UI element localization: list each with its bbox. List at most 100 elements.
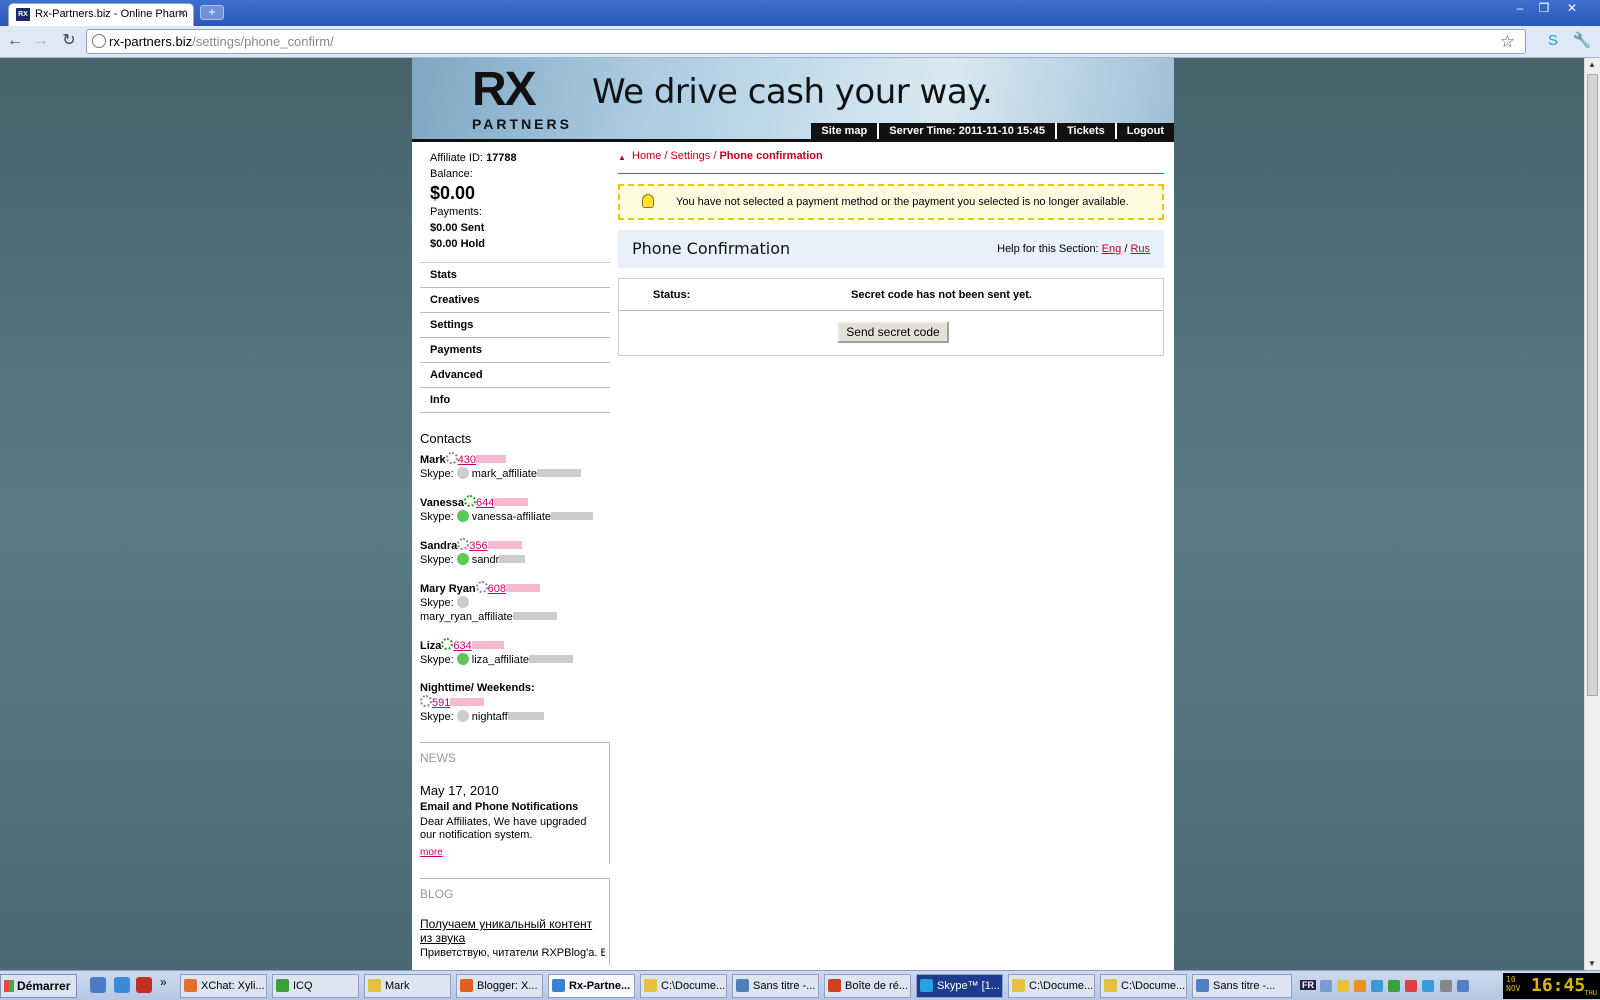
redacted-block — [476, 455, 507, 463]
sitemap-link[interactable]: Site map — [811, 123, 877, 139]
logout-link[interactable]: Logout — [1114, 123, 1174, 139]
mail-icon — [828, 979, 841, 992]
lightbulb-icon — [642, 194, 654, 208]
minimize-icon[interactable]: – — [1508, 0, 1532, 18]
scroll-down-icon[interactable]: ▼ — [1588, 959, 1596, 968]
send-secret-code-button[interactable]: Send secret code — [837, 321, 949, 343]
tray-icq-icon[interactable] — [1388, 980, 1401, 992]
tray-skype-icon[interactable] — [1422, 980, 1435, 992]
task-documents-3[interactable]: C:\Docume... — [1100, 974, 1187, 998]
redacted-block — [471, 641, 504, 649]
news-more-link[interactable]: more — [420, 847, 605, 858]
contact-phone[interactable]: 634 — [453, 640, 471, 652]
tray-network-icon[interactable] — [1320, 980, 1333, 992]
sidebar: Affiliate ID: 17788 Balance: $0.00 Payme… — [420, 150, 610, 965]
contact-phone[interactable]: 591 — [432, 697, 450, 709]
folder-icon — [644, 979, 657, 992]
contact-phone[interactable]: 644 — [476, 497, 494, 509]
menu-item-stats[interactable]: Stats — [420, 263, 610, 288]
task-documents[interactable]: C:\Docume... — [640, 974, 727, 998]
task-sans-titre-2[interactable]: Sans titre -... — [1192, 974, 1292, 998]
news-title: NEWS — [420, 751, 456, 765]
rx-partners-logo[interactable]: RX PARTNERS — [472, 66, 572, 136]
new-tab-button[interactable]: + — [200, 5, 224, 20]
clock-time: 16:45 — [1531, 975, 1586, 996]
task-documents-2[interactable]: C:\Docume... — [1008, 974, 1095, 998]
page-title: Phone Confirmation — [632, 239, 791, 258]
news-box: NEWS May 17, 2010 Email and Phone Notifi… — [420, 742, 610, 864]
back-icon[interactable]: ← — [4, 30, 26, 52]
tray-misc-icon[interactable] — [1439, 980, 1452, 992]
quicklaunch-more-icon[interactable]: » — [160, 975, 167, 989]
breadcrumb-settings[interactable]: Settings — [671, 150, 711, 162]
site-container: RX PARTNERS We drive cash your way. Site… — [412, 58, 1174, 970]
icq-icon — [276, 979, 289, 992]
task-rx-partners[interactable]: Rx-Partne... — [548, 974, 635, 998]
blog-box: BLOG Получаем уникальный контент из звук… — [420, 878, 610, 965]
menu-item-settings[interactable]: Settings — [420, 313, 610, 338]
blog-title: BLOG — [420, 887, 454, 901]
contact-phone[interactable]: 356 — [469, 540, 487, 552]
tab-close-icon[interactable]: ✕ — [178, 4, 187, 24]
news-date: May 17, 2010 — [420, 783, 499, 798]
menu-item-advanced[interactable]: Advanced — [420, 363, 610, 388]
menu-item-info[interactable]: Info — [420, 388, 610, 413]
restore-icon[interactable]: ❐ — [1532, 0, 1556, 18]
tickets-link[interactable]: Tickets — [1055, 123, 1115, 139]
contact-phone[interactable]: 608 — [488, 583, 506, 595]
task-sans-titre[interactable]: Sans titre -... — [732, 974, 819, 998]
task-xchat[interactable]: XChat: Xyli... — [180, 974, 267, 998]
task-inbox[interactable]: Boîte de ré... — [824, 974, 911, 998]
icq-status-icon — [475, 581, 488, 593]
payment-alert: You have not selected a payment method o… — [618, 184, 1164, 220]
forward-icon[interactable]: → — [30, 30, 52, 52]
home-icon: ▲ — [618, 153, 626, 162]
skype-extension-icon[interactable]: S — [1543, 31, 1563, 51]
menu-item-payments[interactable]: Payments — [420, 338, 610, 363]
skype-icon — [920, 979, 933, 992]
wrench-icon[interactable]: 🔧 — [1572, 31, 1592, 51]
phone-status-panel: Status: Secret code has not been sent ye… — [618, 278, 1164, 356]
start-button[interactable]: Démarrer — [0, 974, 77, 998]
language-indicator[interactable]: FR — [1300, 980, 1316, 990]
tray-norton-icon[interactable] — [1337, 980, 1350, 992]
icq-status-icon — [445, 452, 458, 464]
task-mark[interactable]: Mark — [364, 974, 451, 998]
quicklaunch-ie-icon[interactable] — [114, 977, 130, 993]
address-bar[interactable]: rx-partners.biz/settings/phone_confirm/ … — [86, 29, 1526, 54]
task-skype[interactable]: Skype™ [1... — [916, 974, 1003, 998]
scroll-thumb[interactable] — [1587, 74, 1598, 696]
tray-display-icon[interactable] — [1456, 980, 1469, 992]
slogan: We drive cash your way. — [592, 72, 993, 112]
affiliate-info: Affiliate ID: 17788 — [430, 152, 517, 164]
server-time: Server Time: 2011-11-10 15:45 — [877, 123, 1055, 139]
blog-body: Приветствую, читатели RXPBlog'a. В — [420, 947, 605, 959]
reload-icon[interactable]: ↻ — [58, 30, 80, 52]
icq-status-icon — [457, 538, 470, 550]
help-rus-link[interactable]: Rus — [1130, 243, 1150, 255]
blog-headline-link[interactable]: Получаем уникальный контент из звука — [420, 917, 605, 945]
browser-tab[interactable]: RX Rx-Partners.biz - Online Pharm ✕ — [8, 3, 194, 26]
browser-titlebar: RX Rx-Partners.biz - Online Pharm ✕ + – … — [0, 0, 1600, 26]
bookmark-star-icon[interactable]: ☆ — [1500, 30, 1515, 53]
redacted-block — [487, 541, 522, 549]
quicklaunch-desktop-icon[interactable] — [90, 977, 106, 993]
taskbar-clock[interactable]: 10 NOV 16:45 THU — [1503, 973, 1600, 999]
help-eng-link[interactable]: Eng — [1102, 243, 1122, 255]
section-help: Help for this Section: Eng / Rus — [997, 243, 1150, 255]
redacted-block — [536, 469, 581, 477]
system-tray: FR — [1300, 974, 1498, 998]
tray-lock-icon[interactable] — [1354, 980, 1367, 992]
menu-item-creatives[interactable]: Creatives — [420, 288, 610, 313]
quicklaunch-filezilla-icon[interactable] — [136, 977, 152, 993]
tray-vpn-icon[interactable] — [1371, 980, 1384, 992]
vertical-scrollbar[interactable]: ▲ ▼ — [1584, 58, 1600, 970]
window-close-icon[interactable]: ✕ — [1560, 0, 1584, 18]
scroll-up-icon[interactable]: ▲ — [1588, 60, 1596, 69]
task-blogger[interactable]: Blogger: X... — [456, 974, 543, 998]
contact-phone[interactable]: 430 — [458, 454, 476, 466]
breadcrumb-home[interactable]: Home — [632, 150, 661, 162]
task-icq[interactable]: ICQ — [272, 974, 359, 998]
tray-xchat-icon[interactable] — [1405, 980, 1418, 992]
globe-icon — [92, 34, 106, 48]
